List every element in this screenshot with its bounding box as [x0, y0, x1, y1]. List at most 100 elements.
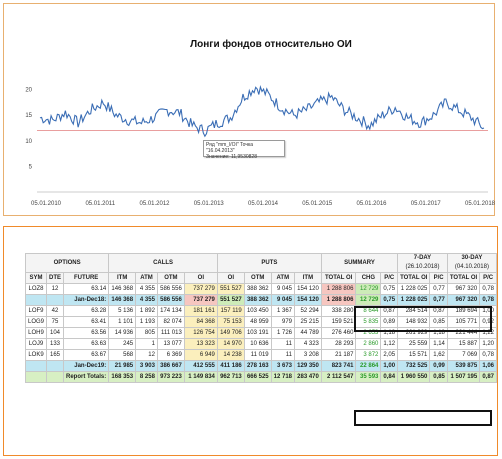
x-tick-label: 05.01.2010 [31, 201, 62, 207]
table-cell: 278 163 [243, 360, 272, 372]
chart-panel: Лонги фондов относительно ОИ 20 15 10 5 05.… [3, 3, 496, 216]
table-cell: 412 555 [183, 360, 218, 372]
column-header: ATM [135, 272, 158, 284]
table-cell: 551 527 [216, 294, 245, 306]
subtotal-row: Jan-Dec18: 146 368 4 355 586 556 737 279 551 … [24, 294, 497, 306]
table-cell: 0,78 [479, 294, 497, 306]
table-cell [46, 360, 65, 372]
table-cell: 21 985 [108, 360, 137, 372]
table-cell: 63.41 [63, 316, 110, 328]
table-cell: 22 864 [355, 360, 382, 372]
table-cell: 129 350 [294, 360, 322, 372]
table-cell [46, 294, 65, 306]
options-table-panel: OPTIONS CALLS PUTS SUMMARY 7-DAY (26.10.… [3, 226, 498, 456]
table-cell: 737 279 [183, 294, 218, 306]
table-cell: 1 288 806 [320, 294, 357, 306]
table-cell: 1 507 195 [446, 371, 481, 383]
column-header: CHG [355, 272, 382, 284]
column-header: P/C [429, 272, 448, 284]
table-cell: 12 729 [355, 294, 382, 306]
table-cell: 962 713 [216, 371, 245, 383]
x-tick-label: 05.01.2011 [85, 201, 115, 207]
table-cell: 12 718 [270, 371, 296, 383]
x-tick-label: 05.01.2018 [465, 201, 496, 207]
table-cell: 823 741 [320, 360, 357, 372]
column-header: SYM [24, 272, 48, 284]
options-header: OPTIONS [24, 253, 110, 273]
column-header: ITM [108, 272, 137, 284]
tooltip-series-point: Ряд "mm_l/OI" Точка "16.04.2013" [206, 142, 254, 154]
table-cell: Jan-Dec18: [63, 294, 110, 306]
table-cell: 63.63 [63, 338, 110, 350]
column-header: P/C [380, 272, 399, 284]
table-cell: 1 726 [270, 327, 296, 339]
table-body: LOZ8 12 63.14 146 368 4 355 586 556 737 279 551… [24, 283, 497, 383]
column-header: OI [183, 272, 218, 284]
table-cell: 1 228 025 [397, 294, 431, 306]
table-cell: 168 353 [108, 371, 137, 383]
table-cell: 154 120 [294, 283, 322, 295]
line-chart: Лонги фондов относительно ОИ 20 15 10 5 05.… [25, 38, 496, 207]
table-cell: 283 470 [294, 371, 322, 383]
table-cell: 52 294 [294, 305, 322, 317]
table-cell: 0,85 [429, 371, 448, 383]
table-cell: 0,77 [429, 294, 448, 306]
table-cell: 21 187 [320, 349, 357, 361]
table-cell: 551 527 [216, 283, 245, 295]
table-cell: 539 875 [446, 360, 481, 372]
table-cell: 14 238 [216, 349, 245, 361]
table-cell: 411 186 [216, 360, 245, 372]
subtotal-row: Jan-Dec19: 21 985 3 903 386 667 412 555 411 1… [24, 360, 497, 372]
table-cell: 4 323 [294, 338, 322, 350]
table-cell: 11 [270, 349, 296, 361]
x-axis-labels: 05.01.2010 05.01.2011 05.01.2012 05.01.2013… [31, 201, 496, 207]
table-cell: 63.28 [63, 305, 110, 317]
table-cell: 63.14 [63, 283, 110, 295]
table-cell: 15 571 [397, 349, 431, 361]
table-cell: 25 215 [294, 316, 322, 328]
column-header: OTM [243, 272, 272, 284]
table-cell: 0,78 [479, 283, 497, 295]
highlight-box-top [354, 306, 492, 332]
highlight-box-bottom [354, 410, 492, 426]
table-cell: 1,62 [429, 349, 448, 361]
table-cell: 181 161 [183, 305, 218, 317]
table-cell: LOJ9 [24, 338, 48, 350]
chart-title: Лонги фондов относительно ОИ [190, 38, 352, 50]
table-cell: 12 729 [355, 283, 382, 295]
table-cell: 149 706 [216, 327, 245, 339]
table-cell: 0,99 [429, 360, 448, 372]
column-header: TOTAL OI [446, 272, 481, 284]
table-cell: 1 960 550 [397, 371, 431, 383]
table-cell [24, 360, 48, 372]
table-cell: 568 [108, 349, 137, 361]
x-tick-label: 05.01.2014 [248, 201, 279, 207]
y-tick-label: 10 [25, 139, 32, 145]
table-cell: 165 [46, 349, 65, 361]
column-header: DTE [46, 272, 65, 284]
table-cell [46, 371, 65, 383]
table-cell: 0,75 [380, 294, 399, 306]
table-cell: 14 970 [216, 338, 245, 350]
table-cell: 8 258 [135, 371, 158, 383]
report-totals-row: Report Totals: 168 353 8 258 973 223 1 149 8… [24, 371, 497, 383]
calls-header: CALLS [108, 253, 218, 273]
x-tick-label: 05.01.2016 [356, 201, 387, 207]
table-cell: 111 013 [156, 327, 185, 339]
table-cell: 35 593 [355, 371, 382, 383]
table-cell: 75 153 [216, 316, 245, 328]
column-header: TOTAL OI [320, 272, 357, 284]
table-cell: 15 887 [446, 338, 481, 350]
table-cell: 386 667 [156, 360, 185, 372]
table-cell: 1 101 [108, 316, 137, 328]
x-tick-label: 05.01.2015 [302, 201, 333, 207]
column-header: OTM [156, 272, 185, 284]
seven-day-date: (26.10.2018) [405, 264, 440, 270]
thirty-day-date: (04.10.2018) [454, 264, 489, 270]
table-cell: 28 293 [320, 338, 357, 350]
y-tick-label: 5 [29, 164, 33, 170]
table-cell: 388 362 [243, 283, 272, 295]
data-point-tooltip: Ряд "mm_l/OI" Точка "16.04.2013" Значени… [203, 140, 285, 160]
table-cell: 388 362 [243, 294, 272, 306]
table-cell: 666 525 [243, 371, 272, 383]
